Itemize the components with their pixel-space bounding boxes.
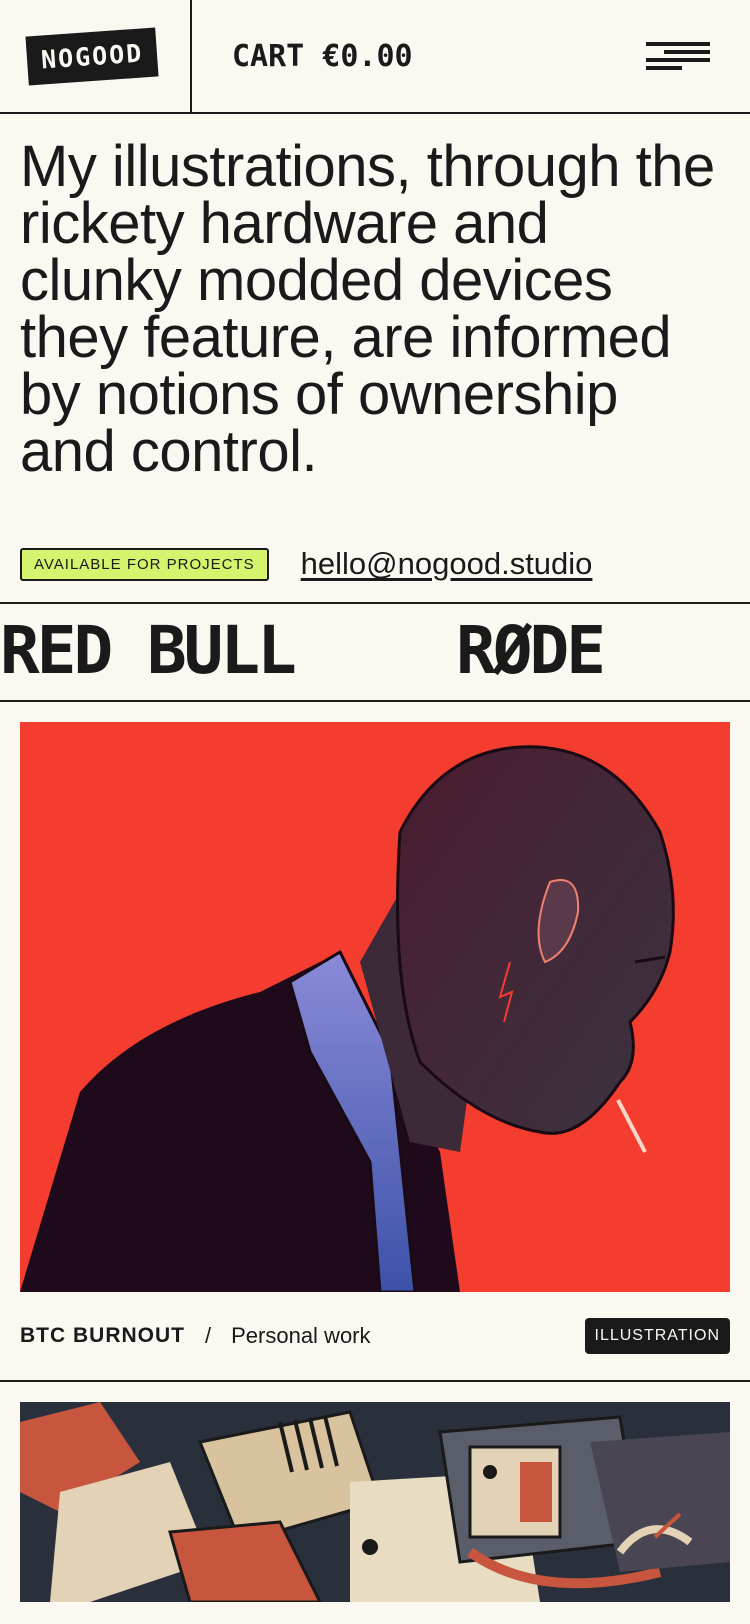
contact-row: AVAILABLE FOR PROJECTS hello@nogood.stud… [20,546,592,582]
project-subtitle: Personal work [231,1323,371,1348]
client-name: RED BULL [0,612,297,689]
logo[interactable]: NOGOOD [25,27,159,85]
illustration-image [20,722,730,1292]
project-image[interactable] [20,1402,730,1602]
project-card[interactable]: BTC BURNOUT / Personal work ILLUSTRATION [0,702,750,1602]
illustration-image [20,1402,730,1602]
category-tag[interactable]: ILLUSTRATION [584,1318,730,1354]
hero-section: My illustrations, through the rickety ha… [0,114,750,604]
client-marquee: RED BULL RØDE [0,604,750,702]
site-header: NOGOOD CART €0.00 [0,0,750,114]
project-title[interactable]: BTC BURNOUT [20,1324,185,1348]
hero-statement: My illustrations, through the rickety ha… [20,134,715,484]
email-link[interactable]: hello@nogood.studio [301,546,593,582]
cart-link[interactable]: CART €0.00 [232,39,413,74]
availability-badge: AVAILABLE FOR PROJECTS [20,547,269,581]
project-image[interactable] [20,722,730,1292]
separator: / [204,1323,212,1348]
project-meta: BTC BURNOUT / Personal work ILLUSTRATION [0,1292,750,1382]
logo-container[interactable]: NOGOOD [0,0,192,112]
menu-icon[interactable] [646,38,710,70]
client-name: RØDE [456,612,606,689]
